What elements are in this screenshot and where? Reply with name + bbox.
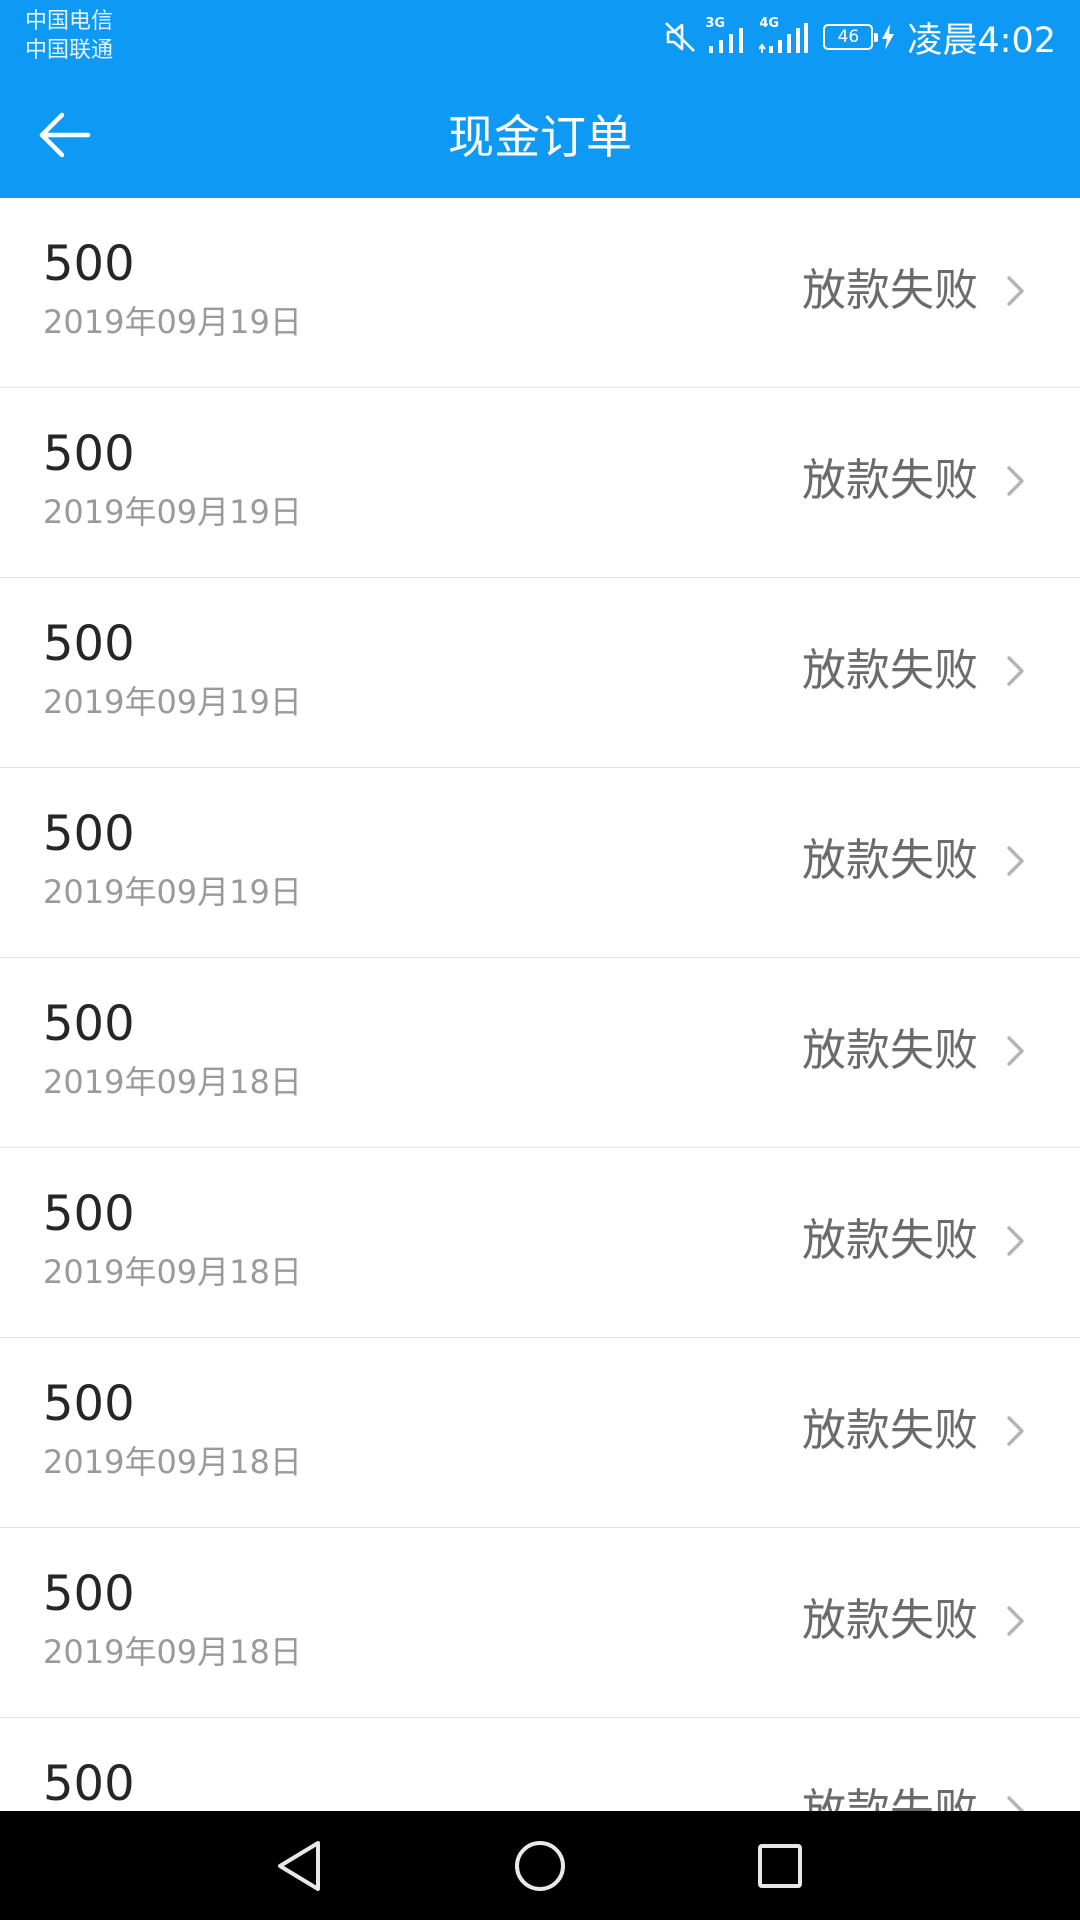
status-icons: 3G 4G 46 凌晨4:02 <box>663 14 1056 61</box>
nav-recents-button[interactable] <box>747 1833 813 1899</box>
order-status: 放款失败 <box>802 835 978 886</box>
chevron-right-icon <box>1007 1796 1024 1811</box>
order-amount: 500 <box>43 1186 135 1242</box>
app-header: 现金订单 <box>0 76 1080 198</box>
mute-icon <box>663 20 697 54</box>
order-date: 2019年09月19日 <box>43 493 302 531</box>
chevron-right-icon <box>1007 1226 1024 1256</box>
order-row[interactable]: 500 2019年09月19日 放款失败 <box>0 768 1080 958</box>
navigation-bar <box>0 1811 1080 1920</box>
order-row[interactable]: 500 2019年09月18日 放款失败 <box>0 1338 1080 1528</box>
arrow-left-icon <box>38 112 92 162</box>
clock: 凌晨4:02 <box>907 20 1056 61</box>
back-button[interactable] <box>30 102 100 172</box>
order-status: 放款失败 <box>802 645 978 696</box>
order-amount: 500 <box>43 1756 135 1811</box>
order-status: 放款失败 <box>802 1595 978 1646</box>
net-type-3g: 3G <box>705 16 726 31</box>
order-row[interactable]: 500 放款失败 <box>0 1718 1080 1811</box>
battery-level: 46 <box>837 27 860 47</box>
order-amount: 500 <box>43 426 135 482</box>
order-date: 2019年09月18日 <box>43 1633 302 1671</box>
order-list[interactable]: 500 2019年09月19日 放款失败 500 2019年09月19日 放款失… <box>0 198 1080 1811</box>
order-date: 2019年09月19日 <box>43 303 302 341</box>
carrier-info: 中国电信 中国联通 <box>25 7 113 65</box>
carrier-1: 中国电信 <box>25 9 114 34</box>
signal-4g-icon: 4G <box>759 16 809 55</box>
order-amount: 500 <box>43 616 135 672</box>
order-amount: 500 <box>43 1376 135 1432</box>
order-row[interactable]: 500 2019年09月19日 放款失败 <box>0 578 1080 768</box>
order-date: 2019年09月18日 <box>43 1253 302 1291</box>
order-status: 放款失败 <box>802 1215 978 1266</box>
order-date: 2019年09月18日 <box>43 1443 302 1481</box>
home-circle-icon <box>515 1841 565 1891</box>
carrier-2: 中国联通 <box>25 38 114 63</box>
order-row[interactable]: 500 2019年09月19日 放款失败 <box>0 198 1080 388</box>
order-row[interactable]: 500 2019年09月19日 放款失败 <box>0 388 1080 578</box>
charging-icon <box>881 24 895 50</box>
order-amount: 500 <box>43 806 135 862</box>
order-status: 放款失败 <box>802 265 978 316</box>
order-status: 放款失败 <box>802 1025 978 1076</box>
signal-3g-icon: 3G <box>705 16 751 55</box>
chevron-right-icon <box>1007 1606 1024 1636</box>
chevron-right-icon <box>1007 466 1024 496</box>
nav-back-button[interactable] <box>266 1833 332 1899</box>
order-status: 放款失败 <box>802 455 978 506</box>
order-row[interactable]: 500 2019年09月18日 放款失败 <box>0 1148 1080 1338</box>
chevron-right-icon <box>1007 656 1024 686</box>
chevron-right-icon <box>1007 846 1024 876</box>
chevron-right-icon <box>1007 276 1024 306</box>
order-date: 2019年09月19日 <box>43 873 302 911</box>
order-row[interactable]: 500 2019年09月18日 放款失败 <box>0 1528 1080 1718</box>
order-row[interactable]: 500 2019年09月18日 放款失败 <box>0 958 1080 1148</box>
chevron-right-icon <box>1007 1416 1024 1446</box>
nav-home-button[interactable] <box>507 1833 573 1899</box>
status-bar: 中国电信 中国联通 3G 4G 46 凌晨4:02 <box>0 0 1080 76</box>
order-amount: 500 <box>43 236 135 292</box>
order-amount: 500 <box>43 996 135 1052</box>
battery-icon: 46 <box>823 24 879 50</box>
screen: 中国电信 中国联通 3G 4G 46 凌晨4:02 现金订单 500 2019年… <box>0 0 1080 1920</box>
order-date: 2019年09月19日 <box>43 683 302 721</box>
net-type-4g: 4G <box>759 16 780 31</box>
page-title: 现金订单 <box>448 110 632 164</box>
order-status: 放款失败 <box>802 1405 978 1456</box>
order-date: 2019年09月18日 <box>43 1063 302 1101</box>
recents-square-icon <box>758 1844 802 1888</box>
order-status: 放款失败 <box>802 1785 978 1811</box>
order-amount: 500 <box>43 1566 135 1622</box>
chevron-right-icon <box>1007 1036 1024 1066</box>
back-triangle-icon <box>278 1841 320 1891</box>
